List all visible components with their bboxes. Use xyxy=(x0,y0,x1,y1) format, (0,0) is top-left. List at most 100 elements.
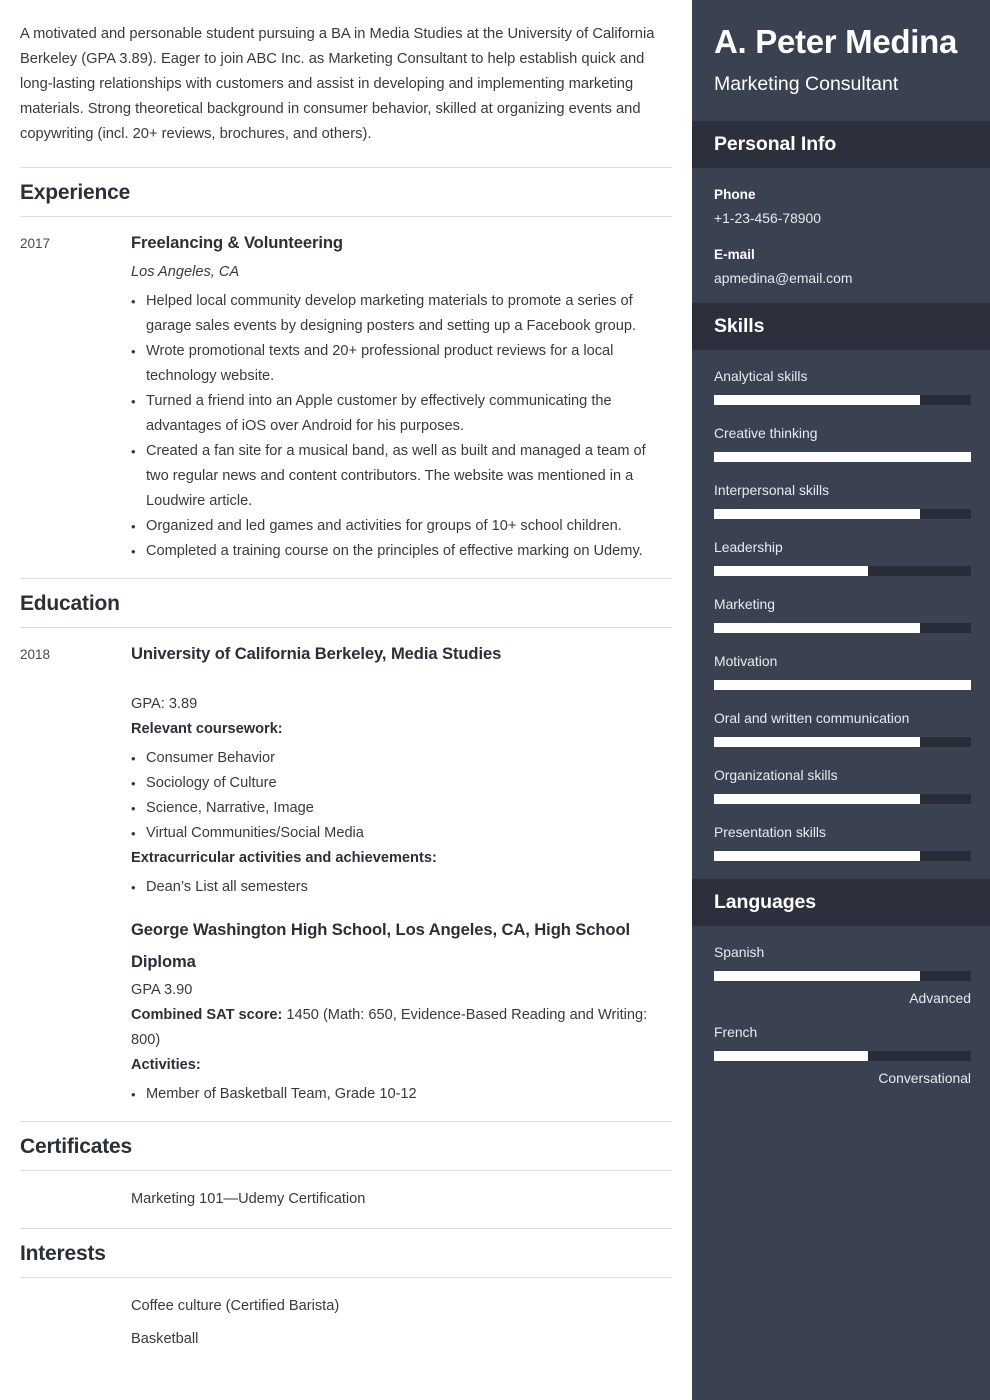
list-item: Wrote promotional texts and 20+ professi… xyxy=(131,339,672,389)
candidate-role: Marketing Consultant xyxy=(714,73,899,95)
language-bar-fill xyxy=(714,1051,869,1061)
section-experience: Experience 2017 Freelancing & Volunteeri… xyxy=(20,168,672,578)
candidate-name: A. Peter Medina xyxy=(714,23,958,60)
sidebar-section-title: Languages xyxy=(714,891,817,913)
sidebar-skills-body: Analytical skills Creative thinking Inte… xyxy=(692,350,990,879)
section-education: Education 2018 University of California … xyxy=(20,579,672,1121)
skill-bar-track xyxy=(714,509,971,519)
list-item: Coffee culture (Certified Barista) xyxy=(131,1298,340,1314)
skill-bar-fill xyxy=(714,680,971,690)
skill-bar-track xyxy=(714,851,971,861)
personal-info-value[interactable]: apmedina@email.com xyxy=(714,265,968,289)
education-degree-title: George Washington High School, Los Angel… xyxy=(131,920,630,971)
skill-bar-fill xyxy=(714,737,920,747)
personal-info-label: E-mail xyxy=(714,247,755,262)
language-proficiency: Conversational xyxy=(878,1070,971,1086)
education-degree-title: University of California Berkeley, Media… xyxy=(131,644,502,663)
language-bar-track xyxy=(714,971,971,981)
education-extracurricular-list: Dean’s List all semesters xyxy=(131,875,672,900)
skill-bar-fill xyxy=(714,851,920,861)
list-item: Turned a friend into an Apple customer b… xyxy=(131,389,672,439)
sidebar: A. Peter Medina Marketing Consultant Per… xyxy=(692,0,990,1400)
list-item: Helped local community develop marketing… xyxy=(131,289,672,339)
section-title-experience: Experience xyxy=(20,181,131,204)
list-item: Virtual Communities/Social Media xyxy=(131,821,672,846)
section-title-certificates: Certificates xyxy=(20,1135,132,1158)
section-certificates: Certificates Marketing 101—Udemy Certifi… xyxy=(20,1122,672,1228)
sidebar-section-header-skills: Skills xyxy=(692,303,990,350)
skill-bar-track xyxy=(714,395,971,405)
list-item: Consumer Behavior xyxy=(131,746,672,771)
experience-job-location: Los Angeles, CA xyxy=(131,264,240,280)
education-coursework-list: Consumer Behavior Sociology of Culture S… xyxy=(131,746,672,846)
resume-page: A motivated and personable student pursu… xyxy=(0,0,990,1400)
skill-bar-fill xyxy=(714,395,920,405)
language-label: Spanish xyxy=(714,944,765,960)
sidebar-section-title: Personal Info xyxy=(714,133,837,155)
language-item: Spanish Advanced xyxy=(714,942,971,1008)
skill-label: Interpersonal skills xyxy=(714,482,830,498)
skill-label: Creative thinking xyxy=(714,425,818,441)
skill-bar-fill xyxy=(714,794,920,804)
education-sat-label: Combined SAT score: xyxy=(131,1007,283,1023)
skill-item: Motivation xyxy=(714,651,971,690)
skill-label: Oral and written communication xyxy=(714,710,910,726)
sidebar-hero: A. Peter Medina Marketing Consultant xyxy=(692,0,990,121)
professional-summary: A motivated and personable student pursu… xyxy=(20,26,655,142)
skill-bar-track xyxy=(714,680,971,690)
list-item: Science, Narrative, Image xyxy=(131,796,672,821)
language-bar-fill xyxy=(714,971,920,981)
list-item: Dean’s List all semesters xyxy=(131,875,672,900)
personal-info-value[interactable]: +1-23-456-78900 xyxy=(714,205,968,229)
skill-label: Analytical skills xyxy=(714,368,808,384)
section-title-interests: Interests xyxy=(20,1242,106,1265)
skill-bar-track xyxy=(714,623,971,633)
skill-bar-fill xyxy=(714,566,869,576)
sidebar-languages-body: Spanish Advanced French Conversational xyxy=(692,926,990,1102)
list-item: Marketing 101—Udemy Certification xyxy=(131,1191,366,1207)
sidebar-personal-info-body: Phone +1-23-456-78900 E-mail apmedina@em… xyxy=(692,168,990,303)
skill-bar-track xyxy=(714,737,971,747)
skill-item: Marketing xyxy=(714,594,971,633)
list-item: Created a fan site for a musical band, a… xyxy=(131,439,672,514)
sidebar-section-header-languages: Languages xyxy=(692,879,990,926)
interests-body: Coffee culture (Certified Barista) Baske… xyxy=(131,1294,672,1368)
experience-entry: 2017 Freelancing & Volunteering Los Ange… xyxy=(20,217,672,564)
skill-item: Creative thinking xyxy=(714,423,971,462)
list-item: Sociology of Culture xyxy=(131,771,672,796)
list-item: Organized and led games and activities f… xyxy=(131,514,672,539)
experience-job-title: Freelancing & Volunteering xyxy=(131,233,343,252)
skill-label: Organizational skills xyxy=(714,767,838,783)
education-coursework-label: Relevant coursework: xyxy=(131,721,283,737)
experience-bullet-list: Helped local community develop marketing… xyxy=(131,289,672,564)
interests-year-spacer xyxy=(20,1294,131,1368)
education-entry: 2018 University of California Berkeley, … xyxy=(20,628,672,1121)
section-title-education: Education xyxy=(20,592,120,615)
skill-bar-track xyxy=(714,452,971,462)
skill-label: Leadership xyxy=(714,539,783,555)
skill-bar-track xyxy=(714,566,971,576)
interests-entry: Coffee culture (Certified Barista) Baske… xyxy=(20,1278,672,1368)
education-gpa: GPA 3.90 xyxy=(131,982,193,998)
certificates-year-spacer xyxy=(20,1187,131,1228)
experience-entry-year: 2017 xyxy=(20,236,51,251)
experience-entry-body: Freelancing & Volunteering Los Angeles, … xyxy=(131,231,672,564)
list-item: Member of Basketball Team, Grade 10-12 xyxy=(131,1082,672,1107)
education-sat-score: Combined SAT score: 1450 (Math: 650, Evi… xyxy=(131,1003,672,1053)
education-extracurricular-label: Extracurricular activities and achieveme… xyxy=(131,850,437,866)
language-item: French Conversational xyxy=(714,1022,971,1088)
language-bar-track xyxy=(714,1051,971,1061)
sidebar-section-header-personal-info: Personal Info xyxy=(692,121,990,168)
language-label: French xyxy=(714,1024,758,1040)
education-entry-year: 2018 xyxy=(20,647,51,662)
skill-item: Presentation skills xyxy=(714,822,971,861)
list-item: Basketball xyxy=(131,1331,199,1347)
skill-bar-fill xyxy=(714,623,920,633)
skill-item: Analytical skills xyxy=(714,366,971,405)
skill-bar-fill xyxy=(714,509,920,519)
education-activities-list: Member of Basketball Team, Grade 10-12 xyxy=(131,1082,672,1107)
skill-label: Presentation skills xyxy=(714,824,826,840)
personal-info-label: Phone xyxy=(714,187,756,202)
personal-info-field-email: E-mail apmedina@email.com xyxy=(714,244,968,289)
